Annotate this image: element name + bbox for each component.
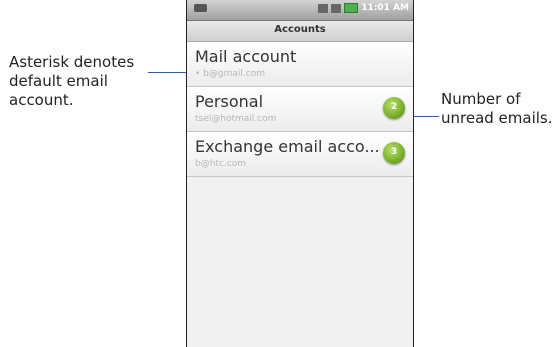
account-name: Mail account	[195, 47, 297, 66]
account-email: tsel@hotmail.com	[195, 114, 277, 124]
signal-icon	[331, 3, 342, 13]
unread-count: 3	[390, 147, 398, 157]
account-row-personal[interactable]: Personal tsel@hotmail.com 2	[187, 87, 413, 132]
callout-unread-count: Number of unread emails.	[441, 90, 553, 128]
callout-left-line-1: Asterisk denotes	[9, 53, 135, 71]
notification-icon	[194, 4, 207, 12]
status-icons: 11:01 AM	[318, 3, 409, 13]
callout-left-line-2: default email	[9, 72, 108, 90]
account-name: Exchange email acco...	[195, 137, 380, 156]
data-connection-icon	[318, 3, 329, 13]
battery-icon	[344, 3, 359, 13]
account-row-mail[interactable]: Mail account • b@gmail.com	[187, 42, 413, 87]
callout-default-account: Asterisk denotes default email account.	[9, 53, 134, 110]
status-bar: 11:01 AM	[187, 0, 413, 21]
phone-screen: 11:01 AM Accounts Mail account • b@gmail…	[186, 0, 414, 347]
unread-count-badge: 3	[383, 142, 405, 164]
callout-left-line-3: account.	[9, 91, 74, 109]
screen-title: Accounts	[187, 19, 413, 42]
account-name: Personal	[195, 92, 264, 111]
account-email: b@htc.com	[195, 159, 246, 169]
account-email: • b@gmail.com	[195, 69, 265, 79]
unread-count-badge: 2	[383, 97, 405, 119]
callout-left-connector	[148, 72, 190, 73]
callout-right-line-1: Number of	[441, 90, 521, 108]
status-time: 11:01 AM	[361, 3, 409, 13]
callout-right-line-2: unread emails.	[441, 109, 553, 127]
account-row-exchange[interactable]: Exchange email acco... b@htc.com 3	[187, 132, 413, 177]
unread-count: 2	[390, 102, 398, 112]
